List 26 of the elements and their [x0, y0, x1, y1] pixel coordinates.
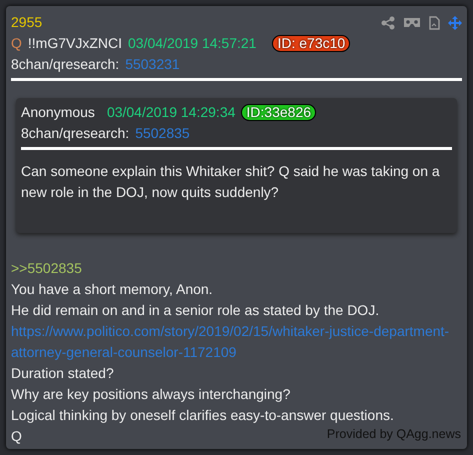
id-badge: ID: e73c10	[272, 35, 350, 52]
move-icon[interactable]	[448, 16, 462, 30]
tripcode: !!mG7VJxZNCI	[28, 34, 122, 53]
post-link[interactable]: 5502835	[135, 123, 190, 144]
id-badge: ID:33e826	[241, 104, 316, 121]
url-link[interactable]: https://www.politico.com/story/2019/02/15/whitaker-justice-department-attorney-general-counselor-1172109	[11, 321, 462, 363]
goggles-icon[interactable]	[403, 17, 421, 28]
document-icon[interactable]	[429, 16, 440, 30]
post-link[interactable]: 5503231	[125, 54, 180, 75]
post-number: 2955	[11, 13, 42, 32]
trip-symbol: Q	[11, 34, 22, 53]
quoted-text: Can someone explain this Whitaker shit? Q said he was taking on a new role in the DOJ, now quits suddenly?	[21, 162, 441, 202]
message-line: You have a short memory, Anon.	[11, 280, 213, 299]
board-name: 8chan/qresearch:	[11, 55, 120, 74]
message-line: He did remain on and in a senior role as stated by the DOJ.	[11, 301, 380, 320]
post-timestamp: 03/04/2019 14:57:21	[128, 34, 256, 53]
post-timestamp: 03/04/2019 14:29:34	[106, 103, 236, 122]
share-icon[interactable]	[381, 16, 395, 30]
message-line: Why are key positions always interchanging?	[11, 385, 290, 404]
message-line: Q	[11, 427, 22, 446]
board-name: 8chan/qresearch:	[21, 124, 130, 143]
message-line: Duration stated?	[11, 364, 114, 383]
author-name: Anonymous	[21, 103, 95, 122]
message-line: Logical thinking by oneself clarifies easy-to-answer questions.	[11, 406, 394, 425]
reply-link[interactable]: >>5502835	[11, 258, 82, 279]
credit-text: Provided by QAgg.news	[326, 426, 461, 443]
